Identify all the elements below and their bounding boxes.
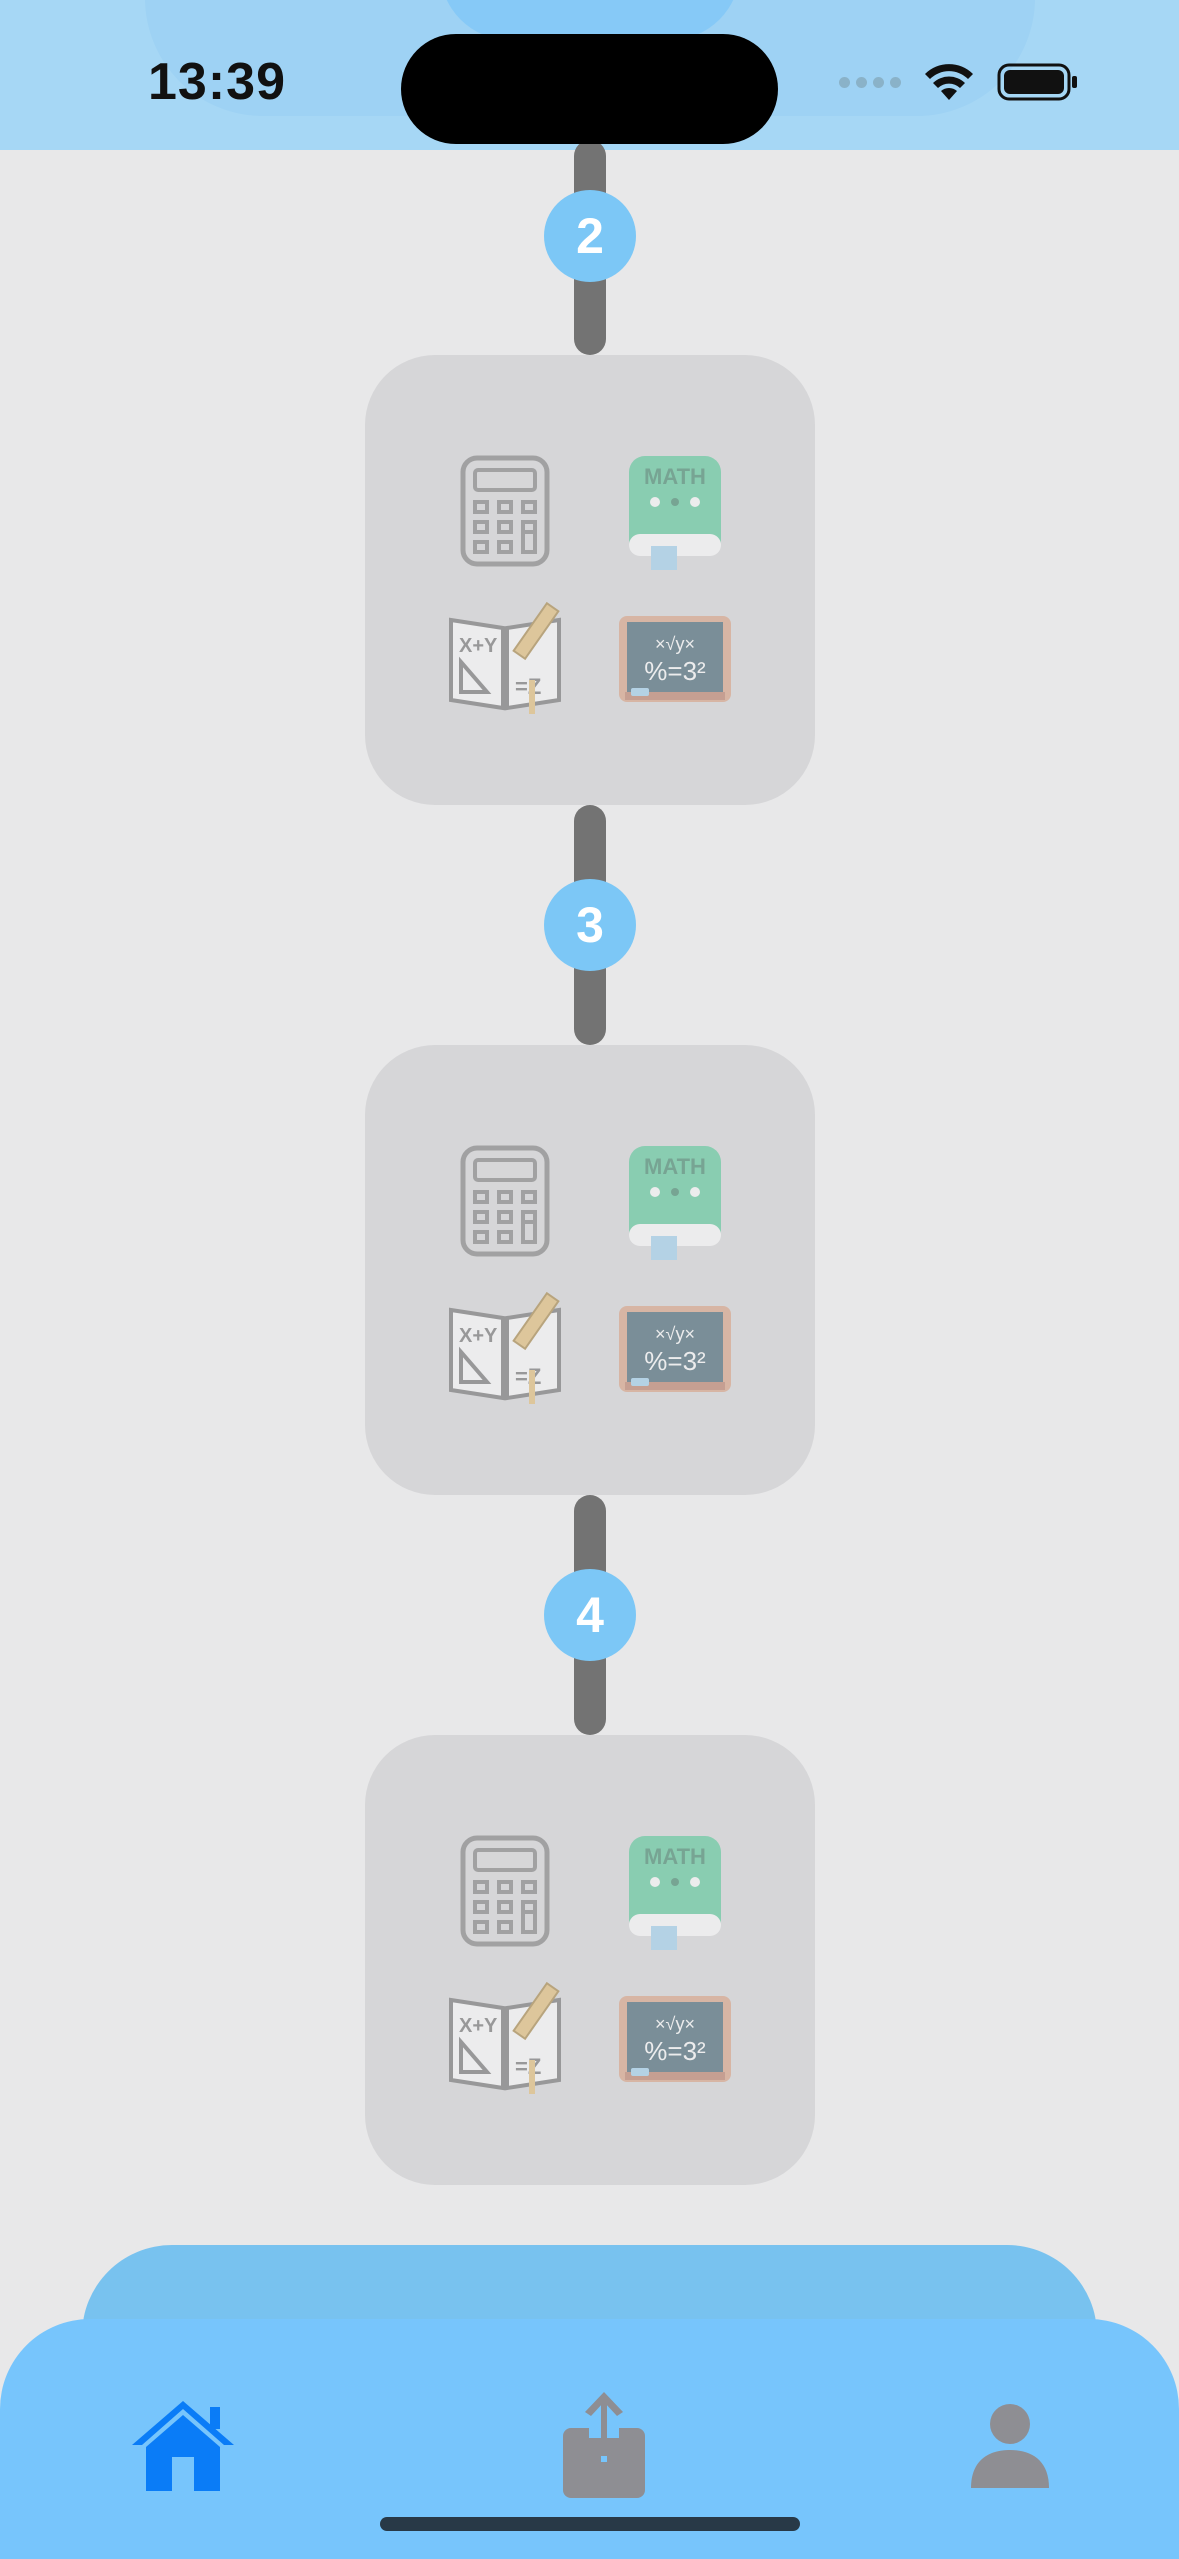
svg-text:%=3²: %=3² xyxy=(644,2036,706,2066)
step-badge[interactable]: 2 xyxy=(544,190,636,282)
tab-profile[interactable] xyxy=(950,2385,1070,2505)
chalkboard-formula-icon[interactable]: ×√y× %=3² xyxy=(615,600,735,720)
calculator-icon[interactable] xyxy=(445,450,565,570)
math-book-label: MATH xyxy=(644,464,706,489)
home-indicator xyxy=(380,2517,800,2531)
svg-text:%=3²: %=3² xyxy=(644,1346,706,1376)
status-time: 13:39 xyxy=(148,53,286,111)
calculator-icon[interactable] xyxy=(445,1830,565,1950)
svg-text:=Z: =Z xyxy=(515,674,541,699)
battery-icon xyxy=(997,63,1077,101)
math-book-label: MATH xyxy=(644,1844,706,1869)
svg-text:%=3²: %=3² xyxy=(644,656,706,686)
math-book-label: MATH xyxy=(644,1154,706,1179)
math-book-icon[interactable]: MATH xyxy=(615,1140,735,1260)
step-badge[interactable]: 3 xyxy=(544,879,636,971)
chalkboard-formula-icon[interactable]: ×√y× %=3² xyxy=(615,1290,735,1410)
tab-share[interactable] xyxy=(544,2385,664,2505)
step-badge[interactable]: 4 xyxy=(544,1569,636,1661)
chalkboard-formula-icon[interactable]: ×√y× %=3² xyxy=(615,1980,735,2100)
svg-text:×√y×: ×√y× xyxy=(655,2014,695,2034)
tab-home[interactable] xyxy=(123,2385,243,2505)
lesson-card[interactable]: MATH X+Y =Z ×√y× %=3² xyxy=(365,355,815,805)
geometry-notebook-icon[interactable]: X+Y =Z xyxy=(445,1290,565,1410)
wifi-icon xyxy=(925,64,973,100)
lesson-card[interactable]: MATH X+Y =Z ×√y× %=3² xyxy=(365,1045,815,1495)
signal-dots-icon xyxy=(839,76,901,88)
house-icon xyxy=(132,2401,234,2491)
status-icons xyxy=(839,62,1079,102)
status-bar: 13:39 xyxy=(0,0,1179,150)
dynamic-island xyxy=(401,34,778,144)
person-icon xyxy=(971,2404,1049,2488)
svg-text:X+Y: X+Y xyxy=(459,1325,498,1347)
calculator-icon[interactable] xyxy=(445,1140,565,1260)
svg-text:X+Y: X+Y xyxy=(459,2015,498,2037)
tab-bar xyxy=(0,2245,1179,2559)
upload-icon xyxy=(563,2392,645,2498)
lesson-card[interactable]: MATH X+Y =Z ×√y× %=3² xyxy=(365,1735,815,2185)
math-book-icon[interactable]: MATH xyxy=(615,450,735,570)
math-book-icon[interactable]: MATH xyxy=(615,1830,735,1950)
svg-text:×√y×: ×√y× xyxy=(655,634,695,654)
svg-text:×√y×: ×√y× xyxy=(655,1324,695,1344)
svg-text:X+Y: X+Y xyxy=(459,635,498,657)
geometry-notebook-icon[interactable]: X+Y =Z xyxy=(445,600,565,720)
geometry-notebook-icon[interactable]: X+Y =Z xyxy=(445,1980,565,2100)
svg-text:=Z: =Z xyxy=(515,2054,541,2079)
svg-text:=Z: =Z xyxy=(515,1364,541,1389)
